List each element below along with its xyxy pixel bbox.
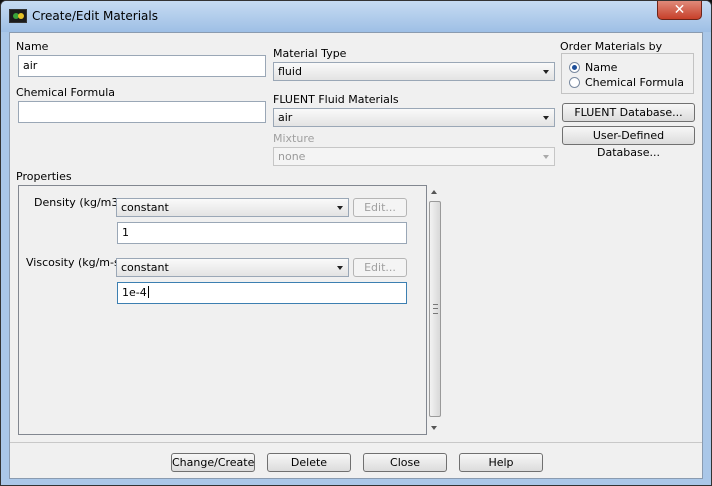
density-edit-button: Edit... bbox=[353, 198, 407, 217]
material-type-value: fluid bbox=[278, 65, 302, 78]
viscosity-value-input[interactable]: 1e-4 bbox=[117, 282, 407, 304]
fluent-fluid-materials-dropdown[interactable]: air bbox=[273, 108, 555, 127]
properties-scrollbar[interactable] bbox=[428, 185, 442, 435]
window-close-button[interactable]: ✕ bbox=[657, 1, 702, 20]
scroll-up-icon[interactable] bbox=[431, 190, 437, 194]
user-defined-database-button[interactable]: User-Defined Database... bbox=[562, 126, 695, 159]
order-by-chemical-formula-radio[interactable] bbox=[569, 77, 580, 88]
grip-icon bbox=[433, 304, 438, 314]
mixture-value: none bbox=[278, 150, 306, 163]
order-by-name-label[interactable]: Name bbox=[585, 61, 617, 74]
name-label: Name bbox=[16, 40, 49, 53]
close-button[interactable]: Close bbox=[363, 453, 447, 472]
order-materials-by-group: Name Chemical Formula bbox=[561, 53, 694, 94]
fluent-fluid-materials-value: air bbox=[278, 111, 293, 124]
density-method-dropdown[interactable]: constant bbox=[116, 198, 349, 217]
order-by-chemical-formula-label[interactable]: Chemical Formula bbox=[585, 76, 684, 89]
order-materials-by-label: Order Materials by bbox=[560, 40, 663, 53]
delete-button[interactable]: Delete bbox=[267, 453, 351, 472]
viscosity-label: Viscosity (kg/m-s) bbox=[26, 256, 125, 269]
name-input[interactable]: air bbox=[18, 55, 266, 77]
viscosity-value-text: 1e-4 bbox=[122, 286, 147, 299]
window-title: Create/Edit Materials bbox=[32, 9, 158, 23]
properties-label: Properties bbox=[16, 170, 72, 183]
chevron-down-icon bbox=[543, 116, 549, 120]
properties-panel: Density (kg/m3) constant Edit... 1 Visco… bbox=[18, 185, 427, 435]
chevron-down-icon bbox=[543, 70, 549, 74]
viscosity-edit-button: Edit... bbox=[353, 258, 407, 277]
density-value-input[interactable]: 1 bbox=[117, 222, 407, 244]
fluent-fluid-materials-label: FLUENT Fluid Materials bbox=[273, 93, 399, 106]
chemical-formula-input[interactable] bbox=[18, 101, 266, 123]
scrollbar-thumb[interactable] bbox=[429, 201, 441, 417]
viscosity-method-dropdown[interactable]: constant bbox=[116, 258, 349, 277]
footer-divider bbox=[10, 442, 702, 443]
create-edit-materials-window: Create/Edit Materials ✕ Name air Chemica… bbox=[0, 0, 712, 486]
chevron-down-icon bbox=[337, 206, 343, 210]
viscosity-method-value: constant bbox=[121, 261, 169, 274]
fluent-database-button[interactable]: FLUENT Database... bbox=[562, 103, 695, 122]
chevron-down-icon bbox=[337, 266, 343, 270]
chemical-formula-label: Chemical Formula bbox=[16, 86, 116, 99]
mixture-dropdown: none bbox=[273, 147, 555, 166]
scroll-down-icon[interactable] bbox=[431, 426, 437, 430]
material-type-dropdown[interactable]: fluid bbox=[273, 62, 555, 81]
dialog-body: Name air Chemical Formula Material Type … bbox=[9, 32, 703, 479]
mixture-label: Mixture bbox=[273, 132, 315, 145]
material-type-label: Material Type bbox=[273, 47, 347, 60]
title-bar[interactable]: Create/Edit Materials ✕ bbox=[1, 1, 711, 32]
help-button[interactable]: Help bbox=[459, 453, 543, 472]
chevron-down-icon bbox=[543, 155, 549, 159]
close-icon: ✕ bbox=[673, 2, 686, 18]
order-by-name-radio[interactable] bbox=[569, 62, 580, 73]
density-label: Density (kg/m3) bbox=[34, 196, 123, 209]
density-method-value: constant bbox=[121, 201, 169, 214]
change-create-button[interactable]: Change/Create bbox=[171, 453, 255, 472]
text-cursor bbox=[147, 286, 149, 298]
fluent-app-icon bbox=[9, 9, 27, 23]
